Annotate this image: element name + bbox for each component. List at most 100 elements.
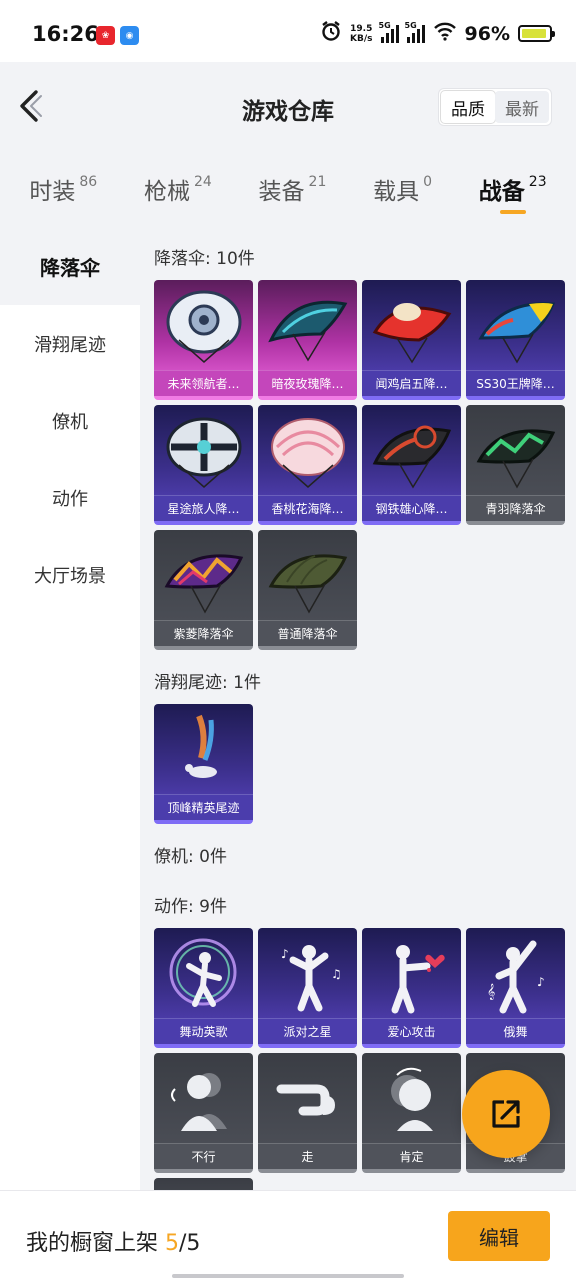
parachute-image — [154, 405, 253, 495]
item-name: 爱心攻击 — [362, 1018, 461, 1044]
parachute-image — [466, 280, 565, 370]
emote-image — [154, 1178, 253, 1190]
tab-label: 枪械 — [143, 179, 190, 205]
item-name: 走 — [258, 1143, 357, 1169]
sidebar: 降落伞 滑翔尾迹 僚机 动作 大厅场景 — [0, 228, 140, 1190]
item-card[interactable]: 肯定 — [362, 1053, 461, 1173]
emote-image: ♪ ♫ — [258, 928, 357, 1018]
emote-image: 𝄞 ♪ — [466, 928, 565, 1018]
sidebar-item-emote[interactable]: 动作 — [0, 459, 140, 536]
item-card[interactable]: 香桃花海降… — [258, 405, 357, 525]
share-button[interactable] — [462, 1070, 550, 1158]
item-card[interactable]: 爱心攻击 — [362, 928, 461, 1048]
tab-vehicles[interactable]: 载具 0 — [373, 150, 432, 228]
edit-button[interactable]: 编辑 — [448, 1211, 550, 1261]
section-title-parachute: 降落伞: 10件 — [154, 249, 255, 269]
share-external-icon — [492, 1100, 520, 1128]
battery-icon — [518, 25, 555, 42]
item-name: 香桃花海降… — [258, 495, 357, 521]
battery-percent: 96% — [464, 22, 510, 45]
tab-count: 21 — [308, 174, 327, 190]
sort-toggle: 品质 最新 — [438, 88, 552, 126]
item-card[interactable]: 暗夜玫瑰降… — [258, 280, 357, 400]
item-name: 不行 — [154, 1143, 253, 1169]
item-name: SS30王牌降… — [466, 370, 565, 396]
sort-latest-button[interactable]: 最新 — [495, 91, 549, 123]
emote-image — [154, 1053, 253, 1143]
parachute-image — [466, 405, 565, 495]
tab-label: 战备 — [478, 179, 525, 205]
tab-count: 23 — [528, 174, 547, 190]
signal-2-icon: 5G — [405, 21, 425, 43]
tab-weapons[interactable]: 枪械 24 — [144, 150, 212, 228]
emote-image — [362, 928, 461, 1018]
item-card[interactable] — [154, 1178, 253, 1190]
item-name: 派对之星 — [258, 1018, 357, 1044]
tab-label: 装备 — [258, 179, 305, 205]
tab-count: 0 — [423, 174, 433, 190]
item-name: 舞动英歌 — [154, 1018, 253, 1044]
parachute-image — [362, 280, 461, 370]
item-name: 未来领航者… — [154, 370, 253, 396]
item-card[interactable]: 不行 — [154, 1053, 253, 1173]
svg-text:𝄞: 𝄞 — [487, 984, 495, 1000]
item-name: 肯定 — [362, 1143, 461, 1169]
item-card[interactable]: 未来领航者… — [154, 280, 253, 400]
trail-image — [154, 704, 253, 794]
svg-text:♫: ♫ — [331, 967, 342, 981]
svg-text:♪: ♪ — [281, 947, 289, 961]
item-card[interactable]: 星途旅人降… — [154, 405, 253, 525]
signal-1-icon: 5G — [379, 21, 399, 43]
item-card[interactable]: SS30王牌降… — [466, 280, 565, 400]
sidebar-item-glide-trail[interactable]: 滑翔尾迹 — [0, 305, 140, 382]
item-card[interactable]: 钢铁雄心降… — [362, 405, 461, 525]
alarm-icon — [320, 20, 342, 47]
home-indicator[interactable] — [172, 1274, 404, 1278]
item-card[interactable]: 普通降落伞 — [258, 530, 357, 650]
item-card[interactable]: 舞动英歌 — [154, 928, 253, 1048]
section-title-emote: 动作: 9件 — [154, 897, 227, 917]
svg-text:♪: ♪ — [537, 975, 545, 989]
item-name: 紫菱降落伞 — [154, 620, 253, 646]
sidebar-item-lobby-scene[interactable]: 大厅场景 — [0, 536, 140, 613]
section-title-wingman: 僚机: 0件 — [154, 847, 227, 867]
showcase-bar: 我的橱窗上架 5/5 编辑 — [0, 1190, 576, 1280]
item-name: 暗夜玫瑰降… — [258, 370, 357, 396]
section-title-glide-trail: 滑翔尾迹: 1件 — [154, 673, 261, 693]
trail-grid: 顶峰精英尾迹 — [154, 704, 565, 824]
item-card[interactable]: 顶峰精英尾迹 — [154, 704, 253, 824]
parachute-image — [154, 530, 253, 620]
item-list: 降落伞: 10件 未来领航者… 暗夜玫瑰降… 闻鸡启五降… SS30王牌降… 星… — [140, 228, 576, 1190]
tab-count: 86 — [79, 174, 98, 190]
sidebar-item-parachute[interactable]: 降落伞 — [0, 228, 140, 305]
item-card[interactable]: 走 — [258, 1053, 357, 1173]
tab-count: 24 — [193, 174, 212, 190]
parachute-image — [258, 280, 357, 370]
tab-fashion[interactable]: 时装 86 — [29, 150, 97, 228]
item-card[interactable]: 紫菱降落伞 — [154, 530, 253, 650]
item-name: 普通降落伞 — [258, 620, 357, 646]
item-card[interactable]: 青羽降落伞 — [466, 405, 565, 525]
item-card[interactable]: 闻鸡启五降… — [362, 280, 461, 400]
parachute-image — [258, 405, 357, 495]
emote-image — [154, 928, 253, 1018]
category-tabs: 时装 86 枪械 24 装备 21 载具 0 战备 23 — [0, 150, 576, 228]
sidebar-item-wingman[interactable]: 僚机 — [0, 382, 140, 459]
item-name: 青羽降落伞 — [466, 495, 565, 521]
status-bar: 16:26 ❀ ◉ 19.5 KB/s 5G 5G 96% — [0, 0, 576, 62]
item-card[interactable]: 𝄞 ♪ 俄舞 — [466, 928, 565, 1048]
tab-combat-gear[interactable]: 战备 23 — [479, 150, 547, 228]
item-name: 顶峰精英尾迹 — [154, 794, 253, 820]
parachute-image — [362, 405, 461, 495]
emote-image — [362, 1053, 461, 1143]
net-speed: 19.5 KB/s — [350, 23, 373, 44]
item-card[interactable]: ♪ ♫ 派对之星 — [258, 928, 357, 1048]
tab-equipment[interactable]: 装备 21 — [259, 150, 327, 228]
page-header: 游戏仓库 品质 最新 — [0, 62, 576, 150]
item-name: 钢铁雄心降… — [362, 495, 461, 521]
hotspot-notification-icon: ◉ — [120, 26, 139, 45]
tab-label: 时装 — [29, 179, 76, 205]
parachute-image — [258, 530, 357, 620]
sort-quality-button[interactable]: 品质 — [441, 91, 495, 123]
item-name: 俄舞 — [466, 1018, 565, 1044]
